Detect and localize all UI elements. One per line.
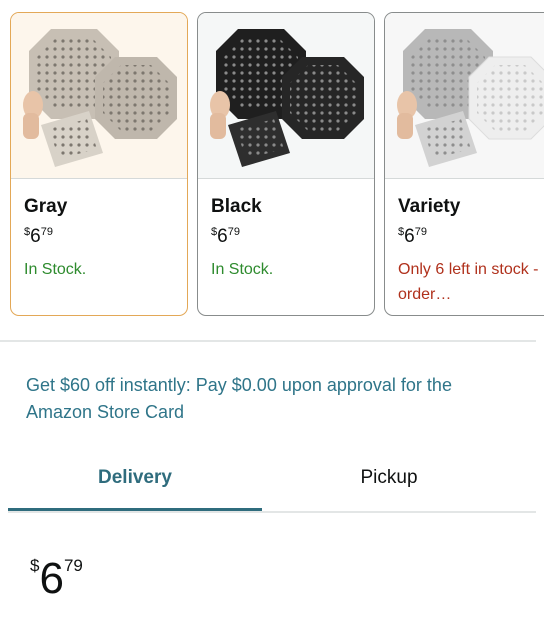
price-whole: 6 [404,226,415,247]
price-whole: 6 [39,554,64,603]
price-fraction: 79 [227,226,240,238]
variant-selector: Gray $679 In Stock. Black $679 In Stock.… [0,12,544,318]
drain-cover-variety-icon [397,29,544,167]
store-card-promo-link[interactable]: Get $60 off instantly: Pay $0.00 upon ap… [26,372,516,426]
stock-status: In Stock. [24,261,87,278]
tab-delivery[interactable]: Delivery [8,456,262,511]
variant-card-gray[interactable]: Gray $679 In Stock. [10,12,188,316]
price-symbol: $ [211,226,218,238]
variant-card-variety[interactable]: Variety $679 Only 6 left in stock - orde… [384,12,544,316]
variant-price: $679 [24,226,53,248]
variant-card-black[interactable]: Black $679 In Stock. [197,12,375,316]
price-whole: 6 [30,226,41,247]
variant-price: $679 [211,226,240,248]
price-fraction: 79 [414,226,427,238]
price-symbol: $ [24,226,31,238]
variant-image [385,13,544,179]
variant-image [198,13,374,179]
tab-pickup[interactable]: Pickup [262,456,516,511]
price-fraction: 79 [40,226,53,238]
variant-name: Black [211,196,262,217]
drain-cover-black-icon [210,29,364,167]
stock-status: In Stock. [211,261,274,278]
fulfillment-tabs: Delivery Pickup [8,456,536,513]
variant-image [11,13,187,179]
variant-name: Gray [24,196,68,217]
drain-cover-gray-icon [23,29,177,167]
price-symbol: $ [30,556,40,575]
variant-name: Variety [398,196,461,217]
stock-status: Only 6 left in stock - order… [398,261,539,303]
buybox-price: $679 [30,554,83,604]
section-divider [0,340,536,342]
variant-price: $679 [398,226,427,248]
price-fraction: 79 [63,556,83,575]
price-symbol: $ [398,226,405,238]
price-whole: 6 [217,226,228,247]
